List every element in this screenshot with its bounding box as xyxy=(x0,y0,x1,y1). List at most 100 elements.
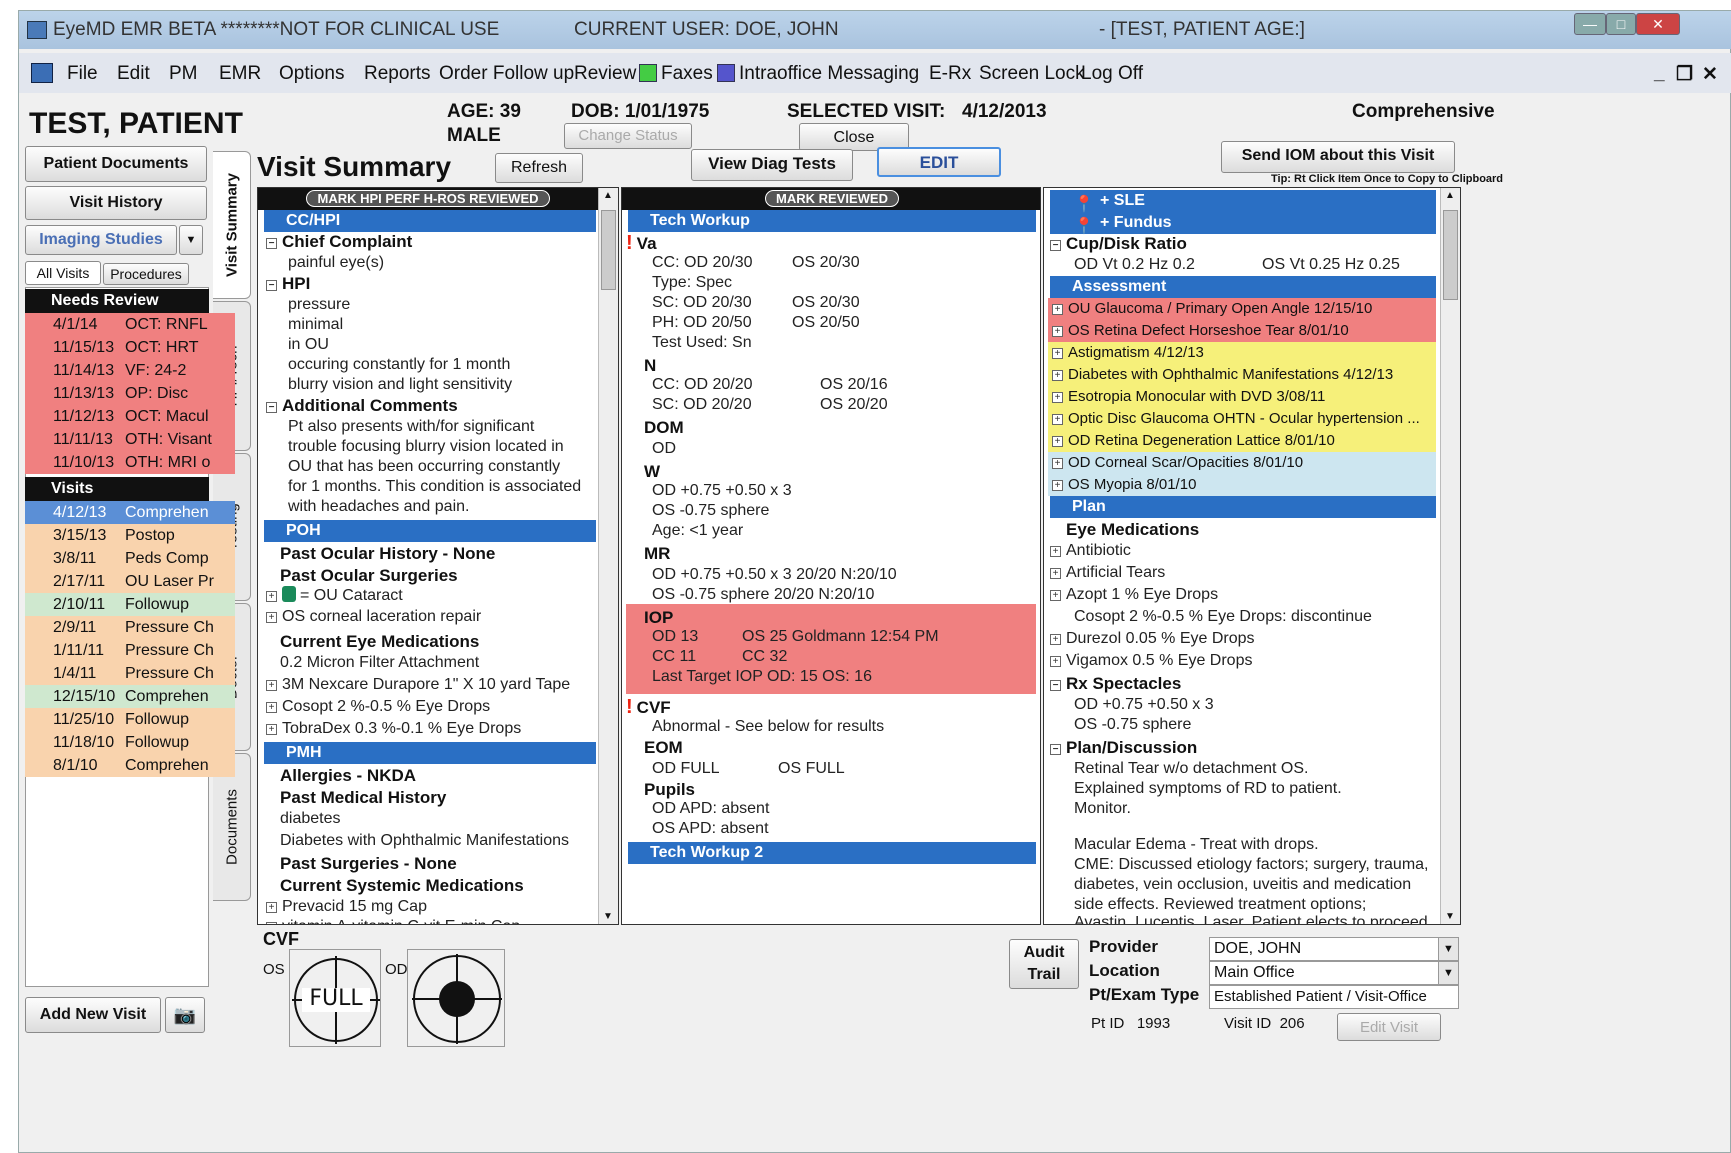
refresh-button[interactable]: Refresh xyxy=(495,153,583,183)
chevron-down-icon[interactable]: ▼ xyxy=(1438,938,1458,960)
menu-faxes[interactable]: Faxes xyxy=(639,63,713,85)
expand-toggle-icon[interactable]: − xyxy=(1050,240,1061,251)
expand-toggle-icon[interactable]: + xyxy=(266,680,277,691)
expand-toggle-icon[interactable]: + xyxy=(266,612,277,623)
menu-reports[interactable]: Reports xyxy=(364,63,431,85)
needs-review-item[interactable]: 11/13/13 OP: Disc xyxy=(25,382,235,405)
provider-select[interactable]: DOE, JOHN ▼ xyxy=(1209,937,1459,961)
menu-log-off[interactable]: Log Off xyxy=(1081,63,1143,85)
visit-item[interactable]: 3/8/11 Peds Comp xyxy=(25,547,235,570)
view-diag-tests-button[interactable]: View Diag Tests xyxy=(691,149,853,181)
fundus-section[interactable]: + Fundus xyxy=(1050,212,1436,234)
edit-visit-button[interactable]: Edit Visit xyxy=(1337,1013,1441,1041)
location-select[interactable]: Main Office ▼ xyxy=(1209,961,1459,985)
expand-toggle-icon[interactable]: + xyxy=(266,702,277,713)
visit-item[interactable]: 2/10/11 Followup xyxy=(25,593,235,616)
scroll-down-icon[interactable]: ▼ xyxy=(603,911,613,922)
expand-toggle-icon[interactable]: + xyxy=(1052,414,1063,425)
needs-review-item[interactable]: 11/11/13 OTH: Visant xyxy=(25,428,235,451)
imaging-studies-button[interactable]: Imaging Studies xyxy=(25,225,177,255)
menu-edit[interactable]: Edit xyxy=(117,63,150,85)
menu-order-follow-up[interactable]: Order Follow up xyxy=(439,63,574,85)
assessment-item[interactable]: + Esotropia Monocular with DVD 3/08/11 xyxy=(1048,386,1436,408)
visit-item[interactable]: 2/9/11 Pressure Ch xyxy=(25,616,235,639)
visit-item[interactable]: 3/15/13 Postop xyxy=(25,524,235,547)
expand-toggle-icon[interactable]: − xyxy=(266,280,277,291)
add-new-visit-button[interactable]: Add New Visit xyxy=(25,997,161,1033)
expand-toggle-icon[interactable]: − xyxy=(1050,680,1061,691)
mdi-minimize-icon[interactable]: _ xyxy=(1654,63,1665,85)
audit-trail-button[interactable]: Audit Trail xyxy=(1009,939,1079,989)
camera-icon[interactable]: 📷 xyxy=(165,997,205,1033)
expand-toggle-icon[interactable]: + xyxy=(1052,436,1063,447)
scroll-up-icon[interactable]: ▲ xyxy=(603,190,613,201)
visit-item[interactable]: 1/4/11 Pressure Ch xyxy=(25,662,235,685)
needs-review-item[interactable]: 11/10/13 OTH: MRI o xyxy=(25,451,235,474)
minimize-button[interactable]: — xyxy=(1574,13,1606,35)
assessment-item[interactable]: + OS Retina Defect Horseshoe Tear 8/01/10 xyxy=(1048,320,1436,342)
expand-toggle-icon[interactable]: + xyxy=(1050,546,1061,557)
maximize-button[interactable]: □ xyxy=(1606,13,1636,35)
assessment-item[interactable]: + Diabetes with Ophthalmic Manifestations… xyxy=(1048,364,1436,386)
expand-toggle-icon[interactable]: + xyxy=(1052,458,1063,469)
expand-toggle-icon[interactable]: + xyxy=(1052,348,1063,359)
hpi-scroll-thumb[interactable] xyxy=(601,210,616,290)
visit-item[interactable]: 2/17/11 OU Laser Pr xyxy=(25,570,235,593)
exam-type-field[interactable]: Established Patient / Visit-Office xyxy=(1209,985,1459,1009)
visit-item[interactable]: 8/1/10 Comprehen xyxy=(25,754,235,777)
visit-item[interactable]: 11/25/10 Followup xyxy=(25,708,235,731)
assessment-item[interactable]: + OS Myopia 8/01/10 xyxy=(1048,474,1436,496)
sle-section[interactable]: + SLE xyxy=(1050,190,1436,212)
change-status-button[interactable]: Change Status xyxy=(564,123,692,149)
assessment-item[interactable]: + Optic Disc Glaucoma OHTN - Ocular hyper… xyxy=(1048,408,1436,430)
visit-history-button[interactable]: Visit History xyxy=(25,186,207,220)
expand-toggle-icon[interactable]: + xyxy=(1052,304,1063,315)
menu-erx[interactable]: E-Rx xyxy=(929,63,971,85)
mark-hpi-reviewed-button[interactable]: MARK HPI PERF H-ROS REVIEWED xyxy=(306,190,550,207)
visit-item[interactable]: 4/12/13 Comprehen xyxy=(25,501,235,524)
expand-toggle-icon[interactable]: + xyxy=(1052,480,1063,491)
needs-review-item[interactable]: 11/12/13 OCT: Macul xyxy=(25,405,235,428)
close-window-button[interactable]: ✕ xyxy=(1636,13,1680,35)
assessment-item[interactable]: + OD Corneal Scar/Opacities 8/01/10 xyxy=(1048,452,1436,474)
expand-toggle-icon[interactable]: + xyxy=(1050,568,1061,579)
expand-toggle-icon[interactable]: − xyxy=(266,402,277,413)
expand-toggle-icon[interactable]: − xyxy=(1050,744,1061,755)
mark-reviewed-button[interactable]: MARK REVIEWED xyxy=(765,190,899,207)
expand-toggle-icon[interactable]: + xyxy=(1050,634,1061,645)
app-menu-icon[interactable] xyxy=(31,63,53,83)
needs-review-item[interactable]: 4/1/14 OCT: RNFL xyxy=(25,313,235,336)
assessment-item[interactable]: + OU Glaucoma / Primary Open Angle 12/15/… xyxy=(1048,298,1436,320)
menu-file[interactable]: File xyxy=(67,63,98,85)
menu-pm[interactable]: PM xyxy=(169,63,198,85)
mdi-restore-icon[interactable]: ❐ xyxy=(1676,63,1693,86)
visit-item[interactable]: 1/11/11 Pressure Ch xyxy=(25,639,235,662)
send-iom-button[interactable]: Send IOM about this Visit xyxy=(1221,141,1455,173)
assessment-item[interactable]: + OD Retina Degeneration Lattice 8/01/10 xyxy=(1048,430,1436,452)
mdi-close-icon[interactable]: ✕ xyxy=(1702,63,1718,86)
tab-procedures[interactable]: Procedures xyxy=(103,263,189,285)
expand-toggle-icon[interactable]: + xyxy=(1052,392,1063,403)
expand-toggle-icon[interactable]: + xyxy=(266,591,277,602)
tab-all-visits[interactable]: All Visits xyxy=(25,261,101,285)
chevron-down-icon[interactable]: ▼ xyxy=(1438,962,1458,984)
needs-review-item[interactable]: 11/14/13 VF: 24-2 xyxy=(25,359,235,382)
menu-review[interactable]: Review xyxy=(574,63,636,85)
expand-toggle-icon[interactable]: + xyxy=(266,724,277,735)
scroll-down-icon[interactable]: ▼ xyxy=(1445,911,1455,922)
assessment-item[interactable]: + Astigmatism 4/12/13 xyxy=(1048,342,1436,364)
patient-documents-button[interactable]: Patient Documents xyxy=(25,146,207,182)
menu-emr[interactable]: EMR xyxy=(219,63,261,85)
expand-toggle-icon[interactable]: + xyxy=(266,902,277,913)
edit-button[interactable]: EDIT xyxy=(877,147,1001,177)
expand-toggle-icon[interactable]: + xyxy=(1052,326,1063,337)
tab-visit-summary[interactable]: Visit Summary xyxy=(213,151,251,299)
hpi-scrollbar[interactable]: ▲ ▼ xyxy=(598,188,618,924)
visit-item[interactable]: 12/15/10 Comprehen xyxy=(25,685,235,708)
expand-toggle-icon[interactable]: + xyxy=(1050,656,1061,667)
needs-review-item[interactable]: 11/15/13 OCT: HRT xyxy=(25,336,235,359)
assessment-scrollbar[interactable]: ▲ ▼ xyxy=(1440,188,1460,924)
scroll-up-icon[interactable]: ▲ xyxy=(1445,190,1455,201)
visit-item[interactable]: 11/18/10 Followup xyxy=(25,731,235,754)
expand-toggle-icon[interactable]: − xyxy=(266,238,277,249)
